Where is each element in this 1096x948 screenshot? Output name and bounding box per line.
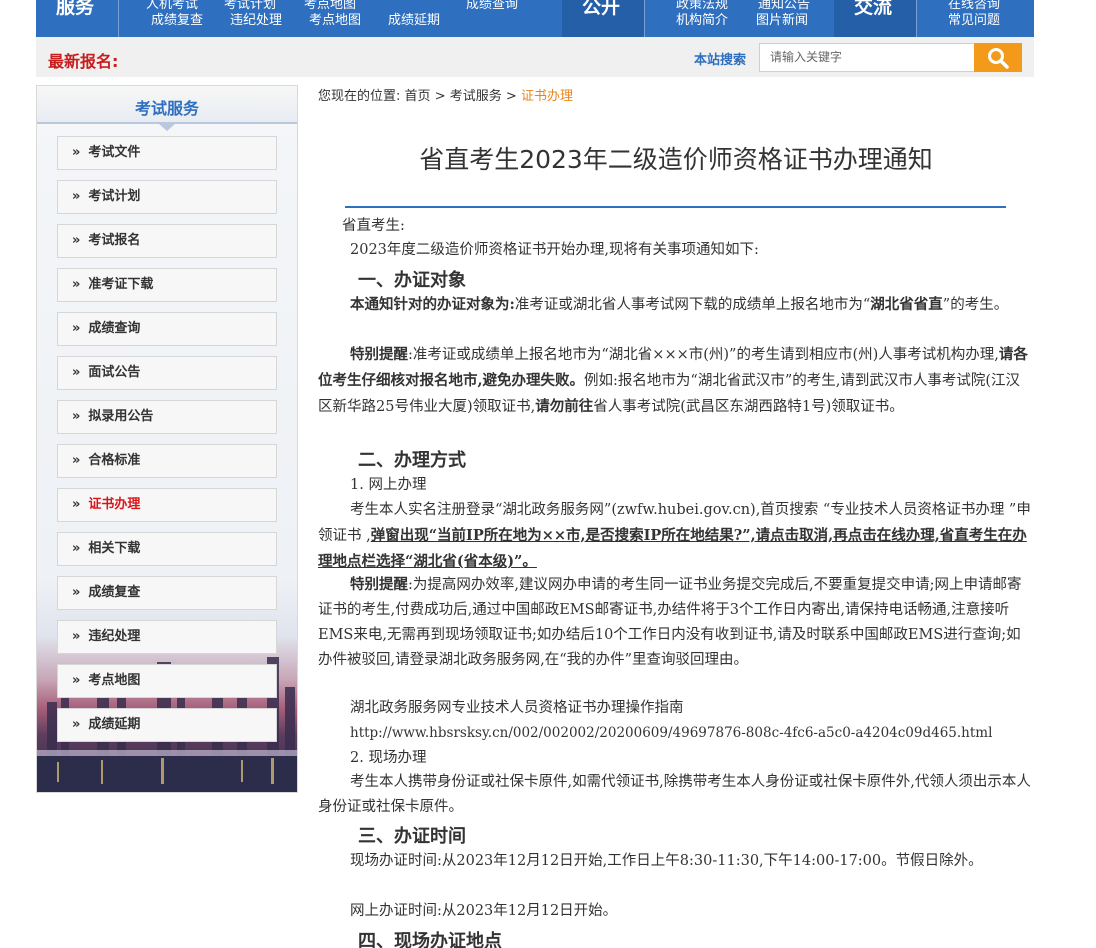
sidebar-item-label: 考试报名 — [88, 233, 141, 248]
paragraph-special-reminder-2: 特别提醒:为提高网办效率,建议网办申请的考生同一证书业务提交完成后,不要重复提交… — [318, 576, 1022, 668]
sidebar-item-label: 相关下载 — [88, 541, 141, 556]
double-chevron-icon: » — [72, 585, 81, 600]
sidebar-title: 考试服务 — [134, 99, 199, 118]
sidebar-item-label: 成绩复查 — [88, 585, 141, 600]
sidebar-item-label: 考试文件 — [88, 145, 141, 160]
search-icon — [988, 47, 1009, 69]
section-heading-method: 二、办理方式 — [358, 450, 466, 471]
sidebar-item-score-query[interactable]: » 成绩查询 — [57, 312, 277, 346]
sidebar: 考试服务 » 考试文件 » 考试计划 » 考试报名 » 准考证下载 » 成绩查询 » 面试公… — [36, 85, 298, 793]
sidebar-item-pass-standard[interactable]: » 合格标准 — [57, 444, 277, 478]
sidebar-item-certificate[interactable]: » 证书办理 — [57, 488, 277, 522]
breadcrumb-home-link[interactable]: 首页 — [405, 89, 431, 104]
breadcrumb-current: 证书办理 — [520, 89, 573, 104]
subheading-onsite: 2. 现场办理 — [350, 750, 427, 766]
guide-title: 湖北政务服务网专业技术人员资格证书办理操作指南 — [350, 700, 684, 716]
sidebar-item-admission-ticket[interactable]: » 准考证下载 — [57, 268, 277, 302]
nav-link-violation[interactable]: 违纪处理 — [230, 9, 282, 28]
double-chevron-icon: » — [72, 673, 81, 688]
nav-section-title: 交流 — [854, 0, 893, 18]
sidebar-header: 考试服务 — [37, 86, 297, 124]
sidebar-item-label: 证书办理 — [88, 497, 141, 512]
paragraph-onsite: 考生本人携带身份证或社保卡原件,如需代领证书,除携带考生本人身份证或社保卡原件外… — [318, 774, 1031, 815]
nav-link-about[interactable]: 机构简介 — [676, 9, 728, 28]
paragraph-online-time: 网上办证时间:从2023年12月12日开始。 — [350, 903, 618, 919]
sidebar-item-label: 成绩查询 — [88, 321, 141, 336]
paragraph-special-reminder-1: 特别提醒:准考证或成绩单上报名地市为“湖北省×××市(州)”的考生请到相应市(州… — [318, 346, 1028, 415]
nav-link-photo-news[interactable]: 图片新闻 — [756, 9, 808, 28]
sidebar-item-exam-map[interactable]: » 考点地图 — [57, 664, 277, 698]
sidebar-item-registration[interactable]: » 考试报名 — [57, 224, 277, 258]
nav-link-exam-map[interactable]: 考点地图 — [309, 9, 361, 28]
double-chevron-icon: » — [72, 453, 81, 468]
nav-link-score-delay[interactable]: 成绩延期 — [388, 9, 440, 28]
sidebar-item-score-delay[interactable]: » 成绩延期 — [57, 708, 277, 742]
latest-registration-label: 最新报名: — [48, 52, 119, 71]
double-chevron-icon: » — [72, 629, 81, 644]
greeting: 省直考生: — [342, 218, 405, 234]
sidebar-item-interview-notice[interactable]: » 面试公告 — [57, 356, 277, 390]
sidebar-item-label: 合格标准 — [88, 453, 141, 468]
search-input[interactable]: 请输入关键字 — [759, 43, 975, 72]
paragraph-target: 本通知针对的办证对象为:准考证或湖北省人事考试网下载的成绩单上报名地市为“湖北省… — [350, 296, 1009, 313]
sidebar-item-label: 成绩延期 — [88, 717, 141, 732]
double-chevron-icon: » — [72, 365, 81, 380]
intro-paragraph: 2023年度二级造价师资格证书开始办理,现将有关事项通知如下: — [350, 242, 759, 258]
sidebar-item-downloads[interactable]: » 相关下载 — [57, 532, 277, 566]
sidebar-item-label: 准考证下载 — [88, 277, 154, 292]
double-chevron-icon: » — [72, 277, 81, 292]
section-heading-target: 一、办证对象 — [358, 270, 466, 291]
sidebar-item-label: 违纪处理 — [88, 629, 141, 644]
double-chevron-icon: » — [72, 233, 81, 248]
double-chevron-icon: » — [72, 145, 81, 160]
double-chevron-icon: » — [72, 497, 81, 512]
breadcrumb-separator: > — [505, 89, 517, 104]
title-divider — [345, 206, 1006, 208]
double-chevron-icon: » — [72, 321, 81, 336]
site-search-label: 本站搜索 — [694, 53, 747, 68]
section-heading-time: 三、办证时间 — [358, 826, 466, 847]
nav-section-title: 公开 — [582, 0, 621, 18]
guide-link[interactable]: http://www.hbsrsksy.cn/002/002002/202006… — [318, 721, 1034, 746]
double-chevron-icon: » — [72, 717, 81, 732]
sidebar-item-label: 拟录用公告 — [88, 409, 154, 424]
sidebar-header-arrow — [158, 123, 176, 131]
nav-section-public: 公开 — [562, 0, 644, 37]
nav-section-exchange: 交流 — [834, 0, 916, 37]
nav-link[interactable]: 成绩查询 — [466, 0, 518, 12]
sidebar-item-label: 面试公告 — [88, 365, 141, 380]
latest-and-search-bar: 最新报名: 本站搜索 请输入关键字 — [36, 37, 1034, 77]
breadcrumb-exam-service-link[interactable]: 考试服务 — [450, 89, 502, 104]
breadcrumb-separator: > — [434, 89, 446, 104]
sidebar-item-exam-files[interactable]: » 考试文件 — [57, 136, 277, 170]
subheading-online: 1. 网上办理 — [350, 477, 427, 493]
sidebar-item-hiring-notice[interactable]: » 拟录用公告 — [57, 400, 277, 434]
double-chevron-icon: » — [72, 409, 81, 424]
nav-section-service: 服务 — [36, 0, 118, 37]
paragraph-online-procedure: 考生本人实名注册登录“湖北政务服务网”(zwfw.hubei.gov.cn),首… — [318, 502, 1031, 570]
double-chevron-icon: » — [72, 189, 81, 204]
sidebar-item-label: 考点地图 — [88, 673, 141, 688]
search-button[interactable] — [974, 43, 1022, 72]
sidebar-item-violation[interactable]: » 违纪处理 — [57, 620, 277, 654]
article-title: 省直考生2023年二级造价师资格证书办理通知 — [419, 145, 933, 174]
sidebar-item-exam-plan[interactable]: » 考试计划 — [57, 180, 277, 214]
double-chevron-icon: » — [72, 541, 81, 556]
paragraph-onsite-time: 现场办证时间:从2023年12月12日开始,工作日上午8:30-11:30,下午… — [350, 853, 983, 869]
breadcrumb-prefix: 您现在的位置: — [318, 89, 401, 104]
sidebar-item-score-review[interactable]: » 成绩复查 — [57, 576, 277, 610]
top-navigation: 服务 人机考试 考试计划 考点地图 成绩查询 成绩复查 违纪处理 考点地图 成绩… — [36, 0, 1034, 37]
nav-link-faq[interactable]: 常见问题 — [948, 9, 1000, 28]
sidebar-item-label: 考试计划 — [88, 189, 141, 204]
section-heading-location: 四、现场办证地点 — [358, 931, 502, 948]
nav-section-title: 服务 — [56, 0, 95, 18]
breadcrumb: 您现在的位置: 首页 > 考试服务 > 证书办理 — [318, 85, 573, 104]
nav-link-score-review[interactable]: 成绩复查 — [151, 9, 203, 28]
